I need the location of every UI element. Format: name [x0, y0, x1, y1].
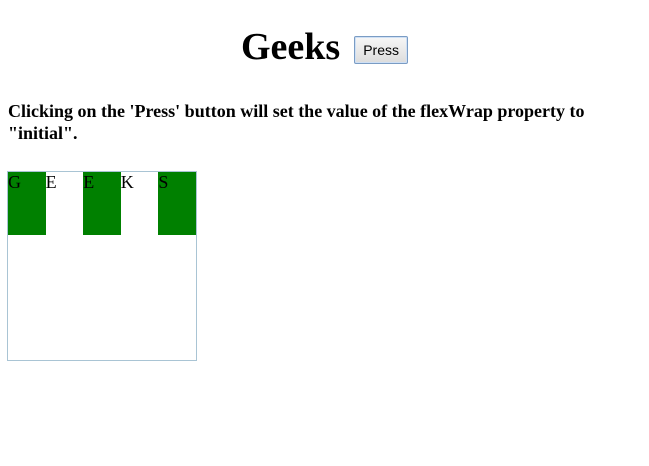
flex-item-g: G: [8, 172, 46, 235]
flex-container: G E E K S: [7, 171, 197, 361]
page-title: Geeks: [240, 26, 341, 68]
page: Geeks Press Clicking on the 'Press' butt…: [0, 0, 649, 466]
description-text: Clicking on the 'Press' button will set …: [8, 101, 585, 143]
flex-item-e-2: E: [83, 172, 121, 235]
flex-item-s: S: [158, 172, 196, 235]
header: Geeks Press: [0, 24, 649, 70]
press-button[interactable]: Press: [354, 36, 408, 64]
flex-item-k: K: [120, 172, 159, 235]
flex-item-e: E: [45, 172, 84, 235]
